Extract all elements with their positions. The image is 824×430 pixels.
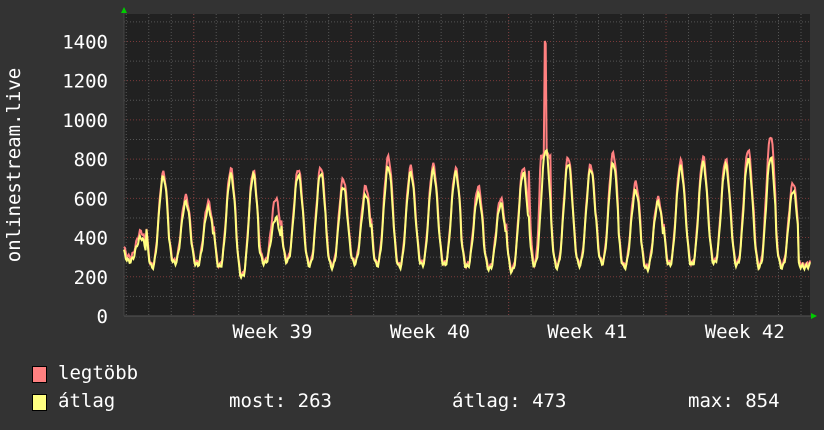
plot-area	[124, 14, 810, 316]
legend-swatch-avg	[32, 394, 47, 411]
x-tick-label: Week 41	[547, 321, 627, 343]
x-tick-label: Week 39	[232, 321, 312, 343]
legend-label-max: legtöbb	[58, 362, 139, 384]
y-tick-label: 600	[74, 188, 108, 210]
y-tick-label: 400	[74, 228, 108, 250]
stat-current: most: 263	[229, 390, 332, 412]
legend-swatch-max	[32, 366, 47, 383]
x-tick-labels: Week 39 Week 40 Week 41 Week 42	[232, 321, 784, 343]
y-axis-arrow-icon	[121, 7, 127, 13]
x-axis-arrow-icon	[811, 313, 817, 319]
y-tick-labels: 0 200 400 600 800 1000 1200 1400	[62, 31, 108, 328]
y-tick-label: 1400	[62, 31, 108, 53]
x-tick-label: Week 42	[705, 321, 785, 343]
y-tick-label: 0	[97, 306, 108, 328]
stat-max: max: 854	[688, 390, 780, 412]
stat-average: átlag: 473	[452, 390, 567, 412]
y-tick-label: 1000	[62, 110, 108, 132]
y-tick-label: 800	[74, 149, 108, 171]
x-tick-label: Week 40	[390, 321, 470, 343]
y-axis-label: onlinestream.live	[3, 68, 25, 262]
y-tick-label: 1200	[62, 71, 108, 93]
y-tick-label: 200	[74, 267, 108, 289]
legend-label-avg: átlag	[58, 390, 116, 412]
